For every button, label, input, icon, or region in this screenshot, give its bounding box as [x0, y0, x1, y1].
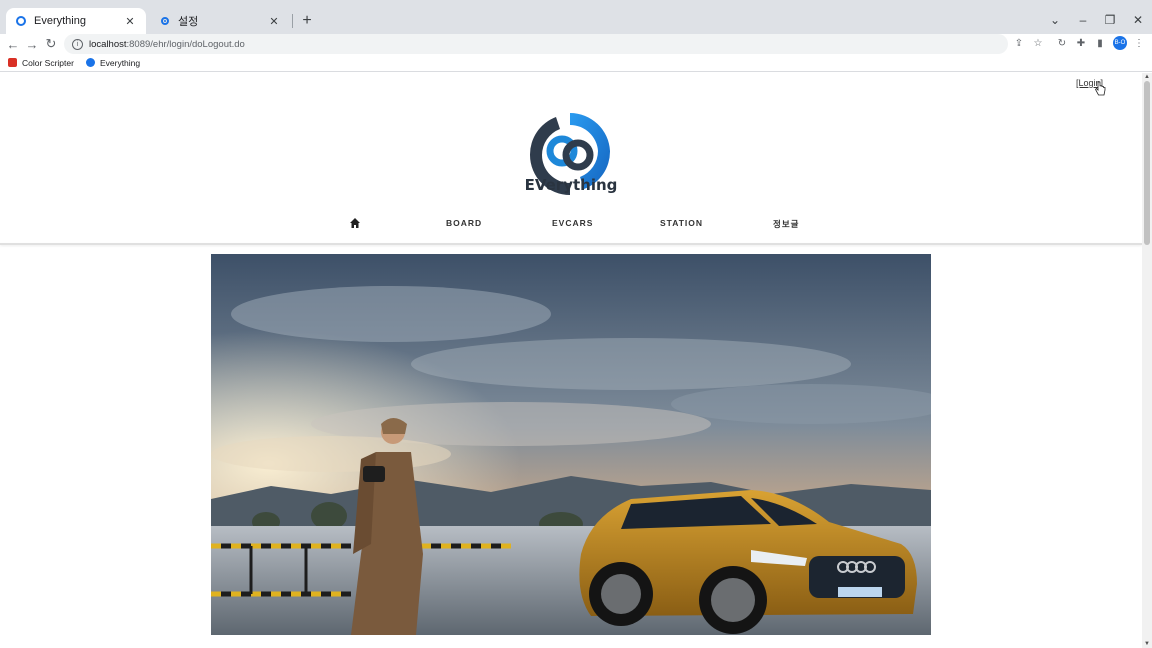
tab-title: Everything — [34, 15, 86, 27]
reload-button[interactable]: ↻ — [43, 36, 59, 52]
tab-separator — [292, 14, 293, 28]
tab-everything[interactable]: Everything ✕ — [6, 8, 146, 34]
url-path: :8089/ehr/login/doLogout.do — [126, 38, 245, 50]
site-info-icon[interactable]: i — [72, 38, 83, 50]
tab-search-icon[interactable]: ⌄ — [1045, 10, 1065, 30]
nav-info-posts[interactable]: 정보글 — [773, 218, 799, 230]
extension-refresh-icon[interactable]: ↻ — [1055, 36, 1069, 50]
logo-text: EVerything — [524, 176, 618, 194]
hero-banner-image — [211, 254, 931, 635]
close-tab-icon[interactable]: ✕ — [122, 13, 138, 29]
home-icon[interactable] — [349, 217, 361, 229]
tab-settings[interactable]: 설정 ✕ — [150, 8, 290, 34]
nav-station[interactable]: STATION — [660, 218, 703, 228]
bookmark-star-icon[interactable]: ☆ — [1031, 36, 1045, 50]
color-scripter-favicon-icon — [8, 58, 17, 67]
main-nav: BOARD EVCARS STATION 정보글 — [0, 211, 1142, 239]
browser-toolbar: ← → ↻ i localhost:8089/ehr/login/doLogou… — [0, 34, 1152, 54]
bookmark-everything[interactable]: Everything — [85, 57, 141, 68]
bookmark-label: Everything — [99, 57, 141, 68]
bookmark-color-scripter[interactable]: Color Scripter — [8, 58, 74, 68]
restore-button[interactable]: ❐ — [1100, 10, 1120, 30]
nav-board[interactable]: BOARD — [446, 218, 482, 228]
bookmark-label: Color Scripter — [22, 57, 74, 68]
tab-strip: Everything ✕ 설정 ✕ + ⌄ – ❐ ✕ — [0, 0, 1152, 34]
page-viewport: [Login] EVerything BOARD EVCARS STATION … — [0, 73, 1142, 648]
close-tab-icon[interactable]: ✕ — [266, 13, 282, 29]
page-scrollbar[interactable]: ▲ ▼ — [1142, 73, 1152, 648]
share-icon[interactable]: ⇪ — [1012, 36, 1026, 50]
back-button[interactable]: ← — [5, 36, 21, 52]
bookmarks-bar: Color Scripter Everything — [0, 54, 1152, 72]
scroll-down-icon[interactable]: ▼ — [1144, 641, 1150, 647]
nav-evcars[interactable]: EVCARS — [552, 218, 593, 228]
hand-cursor-icon — [1095, 81, 1106, 96]
url-host: localhost — [89, 38, 127, 50]
scroll-up-icon[interactable]: ▲ — [1144, 74, 1150, 80]
tab-title: 설정 — [178, 16, 199, 28]
scrollbar-thumb[interactable] — [1144, 81, 1150, 245]
address-bar[interactable]: i localhost:8089/ehr/login/doLogout.do — [64, 34, 1008, 54]
new-tab-button[interactable]: + — [298, 12, 316, 30]
everything-favicon-icon — [14, 14, 28, 28]
everything-favicon-icon — [85, 58, 95, 67]
side-panel-icon[interactable]: ▮ — [1093, 36, 1107, 50]
extensions-puzzle-icon[interactable]: ✚ — [1074, 36, 1088, 50]
close-window-button[interactable]: ✕ — [1128, 10, 1148, 30]
gear-icon — [158, 14, 172, 28]
minimize-button[interactable]: – — [1073, 10, 1093, 30]
profile-avatar[interactable]: B-O — [1113, 36, 1127, 50]
forward-button[interactable]: → — [24, 36, 40, 52]
menu-kebab-icon[interactable]: ⋮ — [1132, 36, 1146, 50]
nav-divider — [0, 243, 1142, 245]
